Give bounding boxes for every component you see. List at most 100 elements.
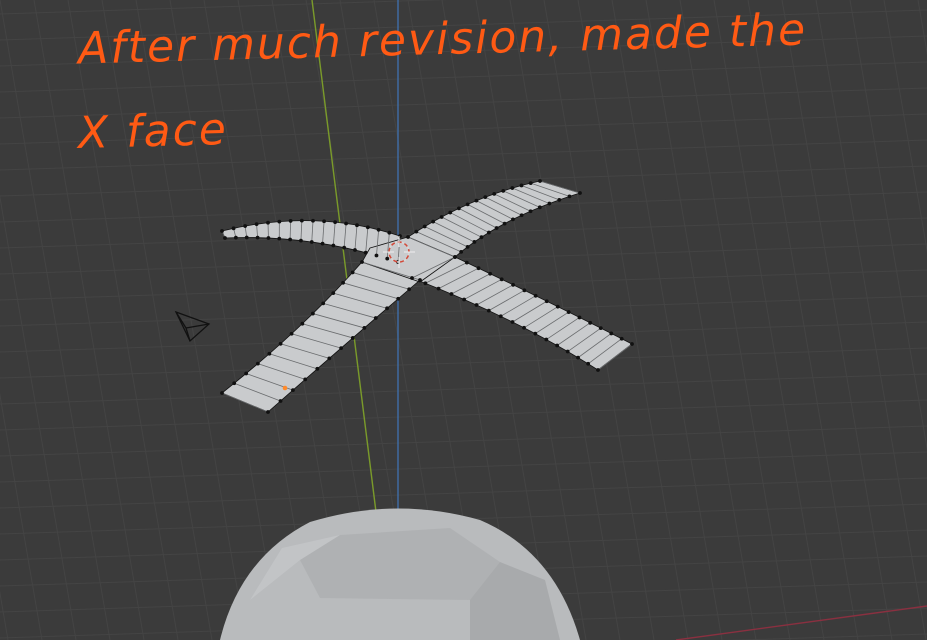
- mesh-vertex[interactable]: [255, 235, 260, 240]
- mesh-vertex[interactable]: [476, 266, 481, 271]
- mesh-vertex[interactable]: [362, 326, 367, 330]
- mesh-vertex[interactable]: [289, 331, 294, 336]
- mesh-vertex[interactable]: [220, 229, 224, 233]
- mesh-vertex[interactable]: [232, 381, 237, 386]
- mesh-vertex[interactable]: [486, 308, 491, 313]
- mesh-vertex[interactable]: [474, 303, 479, 307]
- mesh-vertex[interactable]: [341, 280, 345, 285]
- mesh-vertex[interactable]: [353, 248, 357, 252]
- mesh-vertex[interactable]: [498, 314, 503, 319]
- mesh-vertex[interactable]: [291, 388, 295, 393]
- mesh-vertex[interactable]: [342, 245, 347, 250]
- mesh-vertex[interactable]: [315, 366, 320, 371]
- mesh-vertex[interactable]: [555, 304, 560, 309]
- mesh-vertex[interactable]: [231, 226, 236, 231]
- mesh-vertex[interactable]: [373, 316, 378, 320]
- mesh-vertex[interactable]: [462, 297, 467, 302]
- mesh-vertex[interactable]: [243, 224, 248, 228]
- mesh-vertex[interactable]: [533, 331, 538, 336]
- mesh-vertex[interactable]: [423, 281, 428, 286]
- mesh-vertex[interactable]: [474, 198, 479, 203]
- mesh-vertex[interactable]: [266, 236, 271, 240]
- mesh-vertex[interactable]: [522, 325, 526, 330]
- mesh-vertex[interactable]: [223, 236, 227, 240]
- mesh-vertex[interactable]: [588, 320, 593, 325]
- mesh-vertex[interactable]: [331, 291, 336, 296]
- viewport-scene[interactable]: [0, 0, 927, 640]
- mesh-vertex[interactable]: [538, 179, 542, 183]
- mesh-vertex[interactable]: [277, 219, 282, 224]
- camera-icon[interactable]: [174, 310, 211, 343]
- mesh-vertex[interactable]: [385, 306, 389, 311]
- mesh-vertex[interactable]: [410, 276, 414, 280]
- mesh-vertex[interactable]: [365, 225, 370, 230]
- mesh-vertex[interactable]: [360, 260, 364, 264]
- mesh-vertex[interactable]: [299, 218, 304, 223]
- mesh-vertex[interactable]: [464, 260, 469, 265]
- mesh-vertex[interactable]: [555, 343, 560, 348]
- mesh-vertex[interactable]: [488, 271, 493, 276]
- mesh-vertex[interactable]: [576, 355, 580, 360]
- mesh-vertex[interactable]: [511, 217, 515, 222]
- mesh-vertex[interactable]: [431, 219, 436, 224]
- mesh-vertex[interactable]: [596, 368, 600, 372]
- mesh-vertex[interactable]: [255, 361, 260, 366]
- mesh-vertex[interactable]: [510, 186, 515, 190]
- mesh-vertex[interactable]: [387, 230, 392, 235]
- mesh-vertex[interactable]: [310, 311, 315, 316]
- mesh-vertex[interactable]: [565, 349, 570, 354]
- mesh-vertex[interactable]: [333, 220, 338, 225]
- mesh-vertex[interactable]: [486, 230, 491, 235]
- mesh-vertex[interactable]: [557, 198, 562, 202]
- mesh-vertex[interactable]: [501, 188, 506, 193]
- mesh-vertex[interactable]: [519, 183, 524, 188]
- mesh-vertex[interactable]: [266, 220, 270, 225]
- uv-sphere-mesh[interactable]: [220, 508, 580, 640]
- mesh-vertex[interactable]: [577, 315, 582, 320]
- mesh-vertex[interactable]: [502, 221, 507, 226]
- mesh-vertex[interactable]: [544, 337, 549, 342]
- mesh-vertex[interactable]: [567, 194, 572, 199]
- mesh-vertex[interactable]: [311, 218, 315, 223]
- mesh-vertex[interactable]: [267, 351, 272, 356]
- mesh-vertex[interactable]: [522, 288, 527, 293]
- mesh-vertex[interactable]: [544, 299, 549, 304]
- mesh-vertex[interactable]: [244, 235, 249, 240]
- mesh-vertex[interactable]: [492, 191, 497, 196]
- mesh-vertex[interactable]: [465, 244, 470, 249]
- mesh-vertex[interactable]: [278, 341, 283, 346]
- mesh-vertex[interactable]: [459, 249, 464, 254]
- mesh-vertex[interactable]: [511, 282, 516, 287]
- mesh-vertex[interactable]: [406, 235, 410, 239]
- 3d-viewport[interactable]: After much revision, made the X face: [0, 0, 927, 640]
- mesh-vertex[interactable]: [355, 223, 359, 228]
- mesh-arm-lower-right[interactable]: [411, 256, 633, 371]
- mesh-vertex[interactable]: [439, 215, 444, 219]
- mesh-vertex[interactable]: [483, 195, 488, 200]
- mesh-vertex[interactable]: [344, 221, 348, 226]
- selected-vertex[interactable]: [282, 385, 288, 391]
- mesh-vertex[interactable]: [566, 310, 571, 314]
- mesh-vertex[interactable]: [254, 222, 259, 227]
- mesh-vertex[interactable]: [407, 287, 412, 292]
- mesh-vertex[interactable]: [510, 320, 515, 324]
- mesh-vertex[interactable]: [448, 210, 453, 215]
- mesh-vertex[interactable]: [288, 219, 293, 223]
- mesh-vertex[interactable]: [499, 277, 504, 282]
- mesh-vertex[interactable]: [331, 243, 336, 248]
- mesh-vertex[interactable]: [277, 236, 282, 241]
- mesh-vertex[interactable]: [376, 227, 381, 232]
- mesh-vertex[interactable]: [547, 201, 552, 206]
- mesh-vertex[interactable]: [494, 226, 499, 230]
- mesh-vertex[interactable]: [630, 342, 634, 346]
- mesh-vertex[interactable]: [578, 191, 582, 195]
- mesh-vertex[interactable]: [288, 237, 293, 242]
- mesh-vertex[interactable]: [303, 377, 308, 382]
- mesh-vertex[interactable]: [299, 238, 303, 243]
- mesh-vertex[interactable]: [472, 240, 477, 244]
- mesh-vertex[interactable]: [233, 235, 238, 240]
- mesh-vertex[interactable]: [300, 321, 305, 326]
- mesh-vertex[interactable]: [533, 293, 538, 298]
- mesh-vertex[interactable]: [479, 235, 484, 240]
- mesh-vertex[interactable]: [528, 181, 533, 186]
